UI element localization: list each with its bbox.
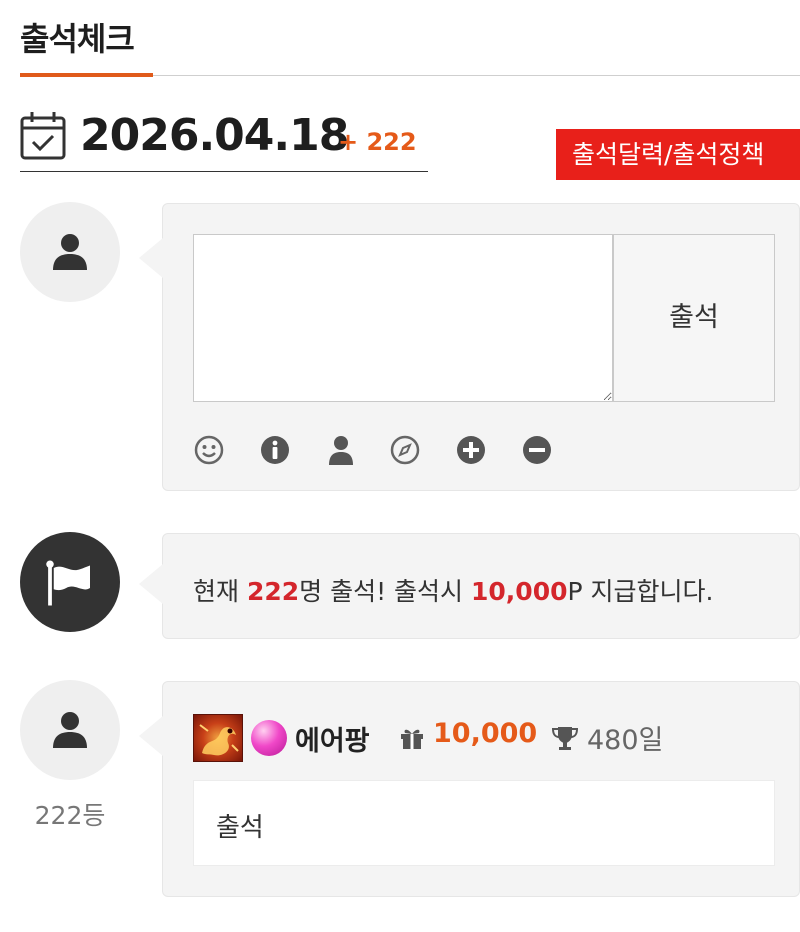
minus-circle-icon[interactable] xyxy=(521,434,553,466)
speech-nub xyxy=(139,238,163,278)
entry-points: 10,000 xyxy=(433,718,538,749)
attendance-calendar-button[interactable]: 출석달력/출석정책 xyxy=(556,129,800,180)
plus-circle-icon[interactable] xyxy=(455,434,487,466)
user-icon xyxy=(53,234,87,270)
trophy-icon xyxy=(551,727,579,750)
smile-icon[interactable] xyxy=(193,434,225,466)
my-avatar xyxy=(20,202,120,302)
attendance-date: 2026.04.18 xyxy=(80,110,349,161)
notice-prefix: 현재 xyxy=(193,577,247,606)
attendance-comment-input[interactable] xyxy=(193,234,613,402)
compass-icon[interactable] xyxy=(389,434,421,466)
page-title: 출석체크 xyxy=(20,20,135,58)
pink-orb-icon xyxy=(251,720,287,756)
info-icon[interactable] xyxy=(259,434,291,466)
user-icon[interactable] xyxy=(325,434,357,466)
notice-mid: 명 출석! 출석시 xyxy=(299,577,472,606)
calendar-check-icon xyxy=(20,112,66,160)
title-accent-bar xyxy=(20,73,153,77)
attendance-submit-button[interactable]: 출석 xyxy=(613,234,775,402)
entry-header: 에어팡 10,000 480일 xyxy=(193,712,793,762)
entry-nickname[interactable]: 에어팡 xyxy=(295,719,370,758)
entry-days: 480일 xyxy=(587,725,664,756)
entry-message-box: 출석 xyxy=(193,780,775,866)
entry-avatar xyxy=(20,680,120,780)
entry-rank: 222등 xyxy=(34,801,106,830)
attendance-increment: + 222 xyxy=(338,128,417,156)
dragon-level-icon xyxy=(193,714,243,762)
notice-card: 현재 222명 출석! 출석시 10,000P 지급합니다. xyxy=(139,533,800,639)
user-icon xyxy=(53,712,87,748)
speech-nub xyxy=(139,716,163,756)
attendance-notice: 현재 222명 출석! 출석시 10,000P 지급합니다. xyxy=(193,572,713,608)
entry-message: 출석 xyxy=(216,813,264,843)
gift-icon xyxy=(401,729,423,749)
date-row: 2026.04.18 + 222 xyxy=(20,106,428,172)
notice-points: 10,000 xyxy=(471,577,568,606)
speech-nub xyxy=(139,564,163,604)
notice-avatar xyxy=(20,532,120,632)
notice-suffix: P 지급합니다. xyxy=(567,577,714,606)
compose-card: 출석 xyxy=(139,203,800,491)
attendance-entry-card: 에어팡 10,000 480일 출석 xyxy=(139,681,800,897)
notice-count: 222 xyxy=(246,577,300,606)
flag-icon xyxy=(46,560,90,606)
